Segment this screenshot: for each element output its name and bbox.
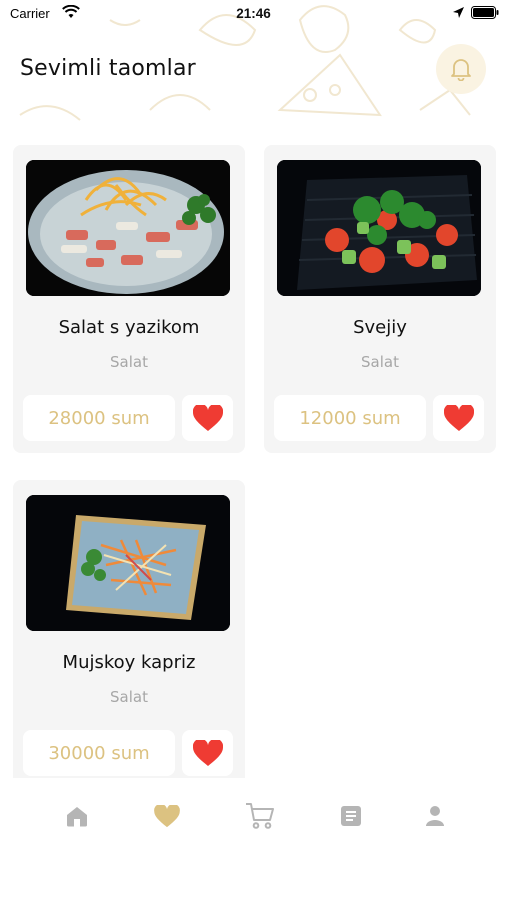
- bottom-tab-bar: [0, 778, 507, 900]
- remove-favorite-button[interactable]: [182, 730, 233, 776]
- profile-icon: [426, 806, 444, 826]
- dish-name: Salat s yazikom: [58, 317, 200, 338]
- dish-category: Salat: [110, 688, 148, 706]
- dish-name: Svejiy: [353, 317, 407, 338]
- dish-photo: [26, 160, 230, 296]
- tab-cart[interactable]: [240, 796, 280, 836]
- tab-favorites[interactable]: [147, 796, 187, 836]
- dish-category: Salat: [361, 353, 399, 371]
- dish-photo: [277, 160, 481, 296]
- price-label: 30000 sum: [23, 730, 175, 776]
- favorites-grid: Salat s yazikom Salat 28000 sum Svejiy S…: [0, 0, 507, 778]
- cart-icon: [246, 803, 274, 829]
- favorite-card[interactable]: Salat s yazikom Salat 28000 sum: [13, 145, 245, 453]
- home-icon: [67, 807, 87, 827]
- favorite-card[interactable]: Svejiy Salat 12000 sum: [264, 145, 496, 453]
- dish-category: Salat: [110, 353, 148, 371]
- favorite-card[interactable]: Mujskoy kapriz Salat 30000 sum: [13, 480, 245, 778]
- tab-orders[interactable]: [331, 796, 371, 836]
- price-label: 12000 sum: [274, 395, 426, 441]
- heart-icon: [192, 404, 223, 431]
- orders-icon: [341, 806, 361, 826]
- dish-photo: [26, 495, 230, 631]
- heart-icon: [154, 804, 180, 827]
- remove-favorite-button[interactable]: [182, 395, 233, 441]
- heart-icon: [443, 404, 474, 431]
- tab-profile[interactable]: [415, 796, 455, 836]
- tab-home[interactable]: [57, 796, 97, 836]
- heart-icon: [192, 739, 223, 766]
- remove-favorite-button[interactable]: [433, 395, 484, 441]
- dish-name: Mujskoy kapriz: [62, 652, 196, 673]
- price-label: 28000 sum: [23, 395, 175, 441]
